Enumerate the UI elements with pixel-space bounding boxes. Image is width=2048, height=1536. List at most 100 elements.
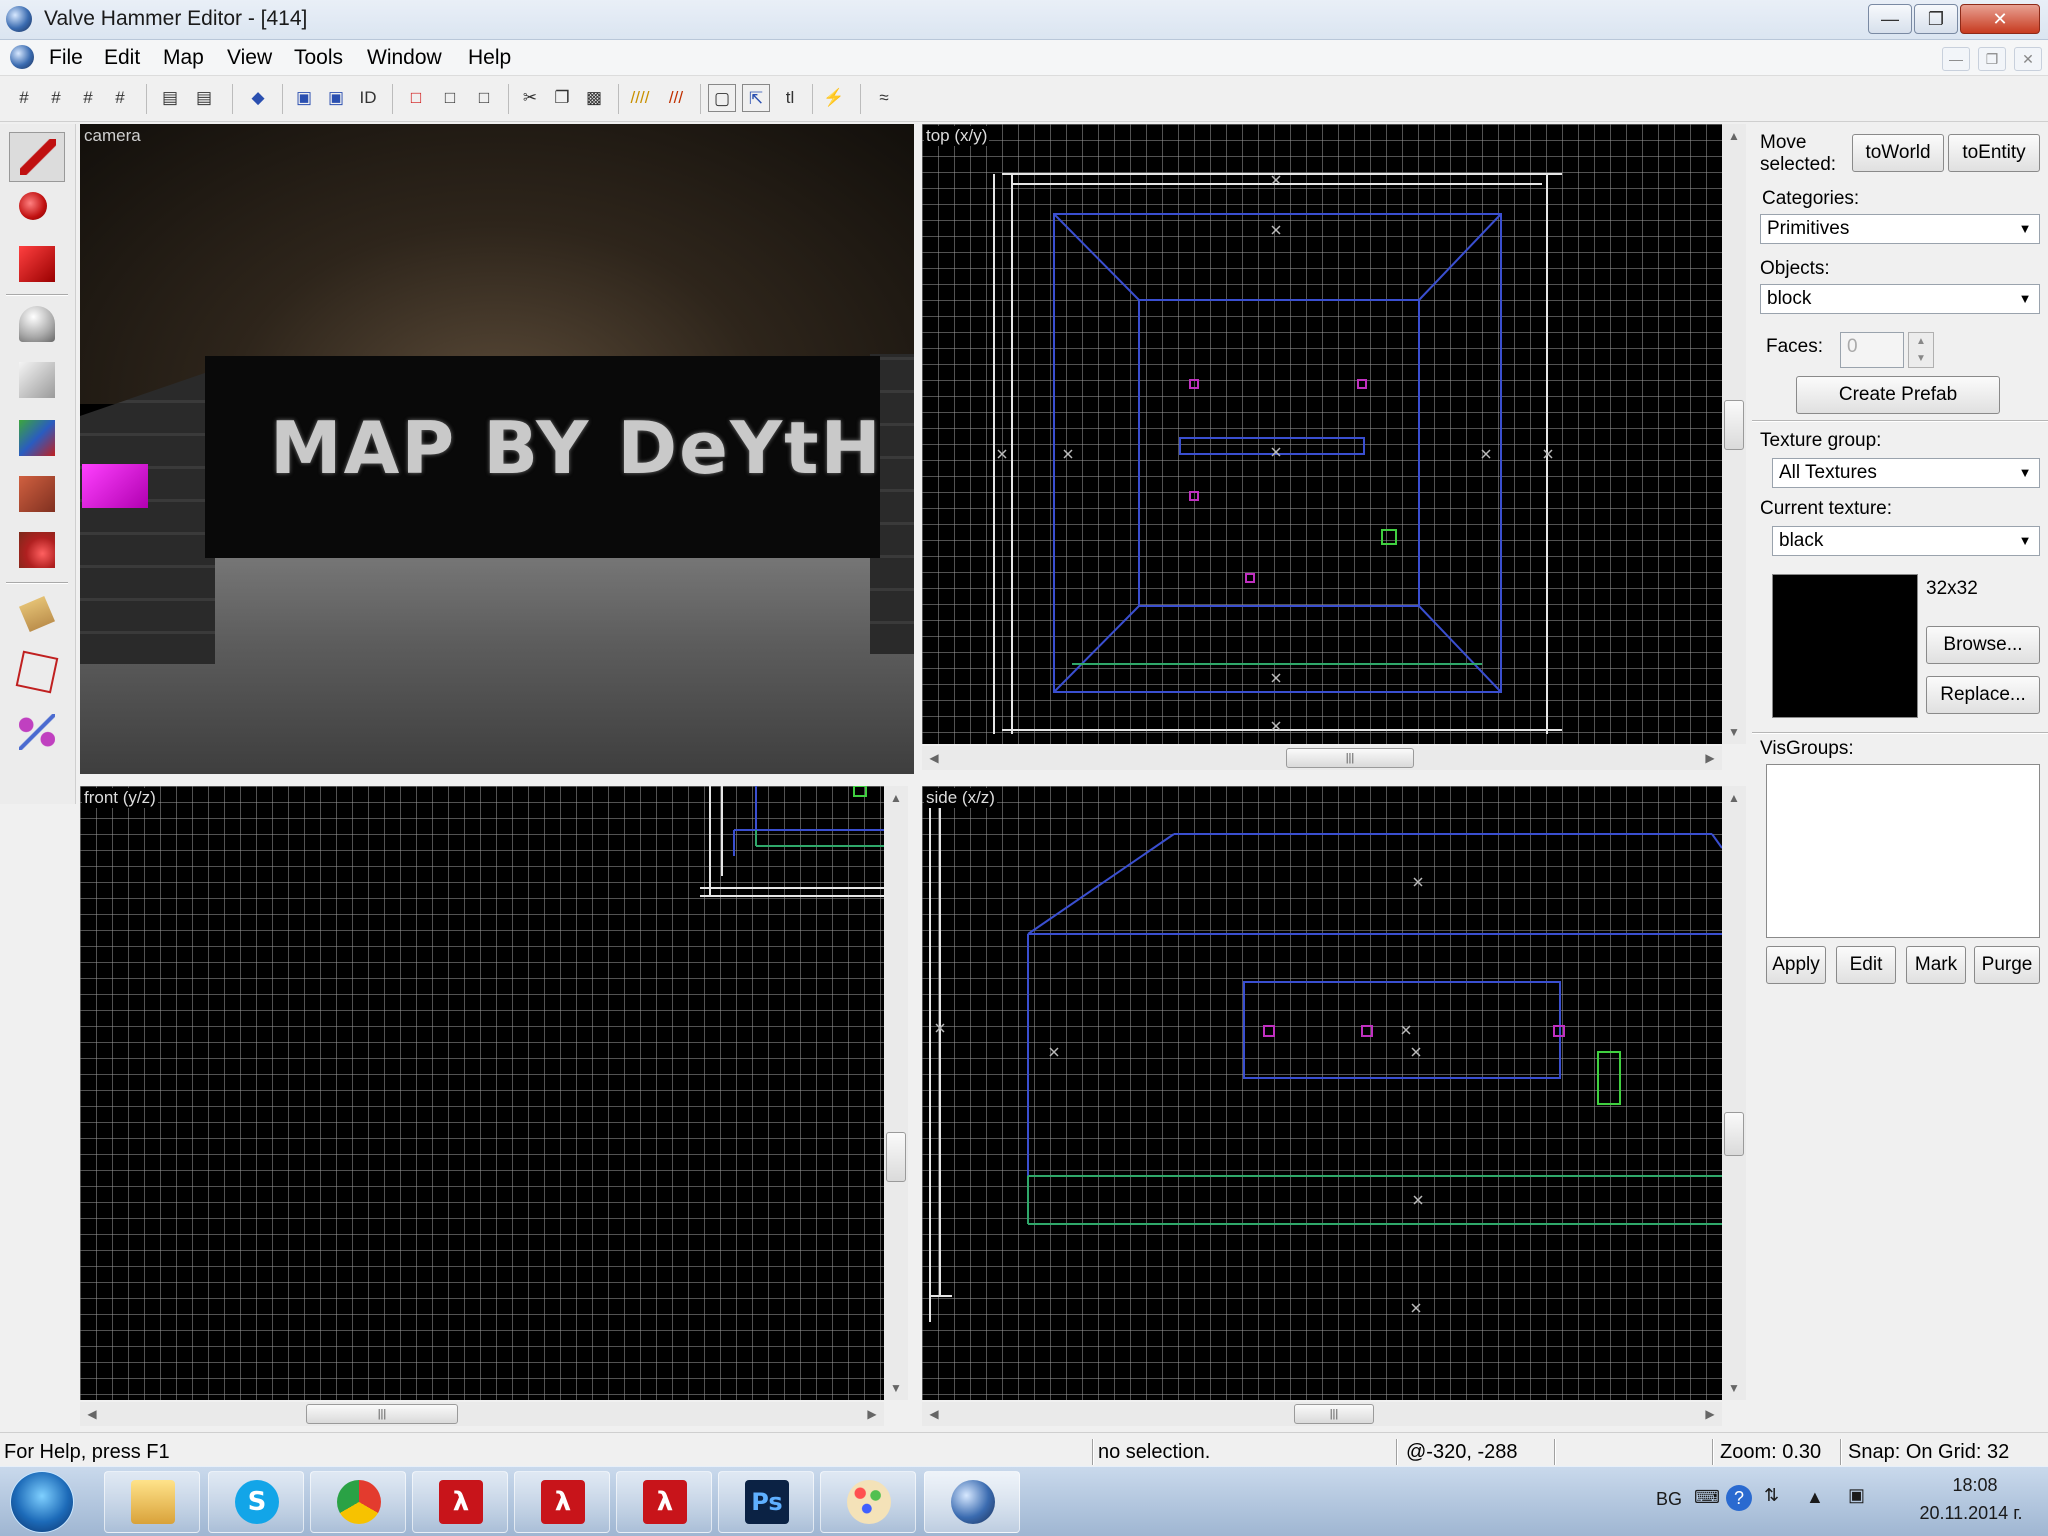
cut-icon[interactable]: ✂ (516, 84, 544, 112)
edit-button[interactable]: Edit (1836, 946, 1896, 984)
menu-file[interactable]: File (49, 46, 83, 70)
mdi-close-icon[interactable]: ✕ (2014, 47, 2042, 71)
texture-lock-icon[interactable]: ◆ (244, 84, 272, 112)
scroll-thumb[interactable] (1724, 400, 1744, 450)
document-icon[interactable] (10, 45, 34, 69)
top-horizontal-scrollbar[interactable]: ◀ ||| ▶ (922, 746, 1722, 770)
paste-icon[interactable]: ▩ (580, 84, 608, 112)
scroll-thumb[interactable] (1724, 1112, 1744, 1156)
side-vertical-scrollbar[interactable]: ▲ ▼ (1722, 786, 1746, 1400)
language-indicator[interactable]: BG (1656, 1489, 1682, 1510)
purge-button[interactable]: Purge (1974, 946, 2040, 984)
scroll-thumb[interactable]: ||| (1294, 1404, 1374, 1424)
camera-tool[interactable] (9, 240, 65, 290)
scroll-thumb[interactable]: ||| (306, 1404, 458, 1424)
mdi-minimize-icon[interactable]: — (1942, 47, 1970, 71)
to-entity-button[interactable]: toEntity (1948, 134, 2040, 172)
replace-button[interactable]: Replace... (1926, 676, 2040, 714)
scroll-left-icon[interactable]: ◀ (922, 1402, 946, 1426)
camera-viewport[interactable]: MAP BY DeYtH camera (80, 124, 914, 774)
clock-time[interactable]: 18:08 (1920, 1475, 2030, 1496)
group-icon[interactable]: ▤ (190, 84, 218, 112)
start-button[interactable] (10, 1471, 74, 1533)
task-half-life-1[interactable]: λ (412, 1471, 508, 1533)
hatch-yellow-icon[interactable]: //// (626, 84, 654, 112)
faces-spinner[interactable]: ▲ ▼ (1908, 332, 1934, 368)
task-photoshop[interactable]: Ps (718, 1471, 814, 1533)
close-icon[interactable]: ✕ (1960, 4, 2040, 34)
decal-tool[interactable] (9, 526, 65, 576)
options-icon[interactable]: ≈ (870, 84, 898, 112)
computer-icon[interactable]: ▣ (1848, 1485, 1865, 1506)
id-icon[interactable]: ID (354, 84, 382, 112)
scroll-up-icon[interactable]: ▲ (1722, 124, 1746, 148)
select-cursor-icon[interactable]: ⇱ (742, 84, 770, 112)
scroll-down-icon[interactable]: ▼ (1722, 1376, 1746, 1400)
front-vertical-scrollbar[interactable]: ▲ ▼ (884, 786, 908, 1400)
network-status-icon[interactable]: ⇅ (1764, 1485, 1779, 1506)
scroll-up-icon[interactable]: ▲ (884, 786, 908, 810)
top-viewport[interactable]: top (x/y) (922, 124, 1722, 744)
menu-tools[interactable]: Tools (294, 46, 343, 70)
scroll-down-icon[interactable]: ▼ (1722, 720, 1746, 744)
menu-edit[interactable]: Edit (104, 46, 140, 70)
path-tool[interactable] (9, 708, 65, 758)
block-tool[interactable] (9, 356, 65, 406)
side-viewport[interactable]: side (x/z) (922, 786, 1722, 1400)
flip-horizontal-icon[interactable]: □ (402, 84, 430, 112)
front-viewport[interactable]: front (y/z) (80, 786, 884, 1400)
apply-texture-tool[interactable] (9, 470, 65, 520)
scroll-left-icon[interactable]: ◀ (80, 1402, 104, 1426)
transform-icon[interactable]: □ (470, 84, 498, 112)
task-explorer[interactable] (104, 1471, 200, 1533)
top-vertical-scrollbar[interactable]: ▲ ▼ (1722, 124, 1746, 744)
visgroups-list[interactable] (1766, 764, 2040, 938)
flip-vertical-icon[interactable]: □ (436, 84, 464, 112)
minimize-icon[interactable]: — (1868, 4, 1912, 34)
run-map-icon[interactable]: ⚡ (820, 84, 848, 112)
carve-icon[interactable]: ▤ (156, 84, 184, 112)
grid-3d-icon[interactable]: # (42, 84, 70, 112)
scroll-right-icon[interactable]: ▶ (1698, 1402, 1722, 1426)
create-prefab-button[interactable]: Create Prefab (1796, 376, 2000, 414)
categories-select[interactable]: Primitives ▼ (1760, 214, 2040, 244)
selection-tool[interactable] (9, 132, 65, 182)
camera-entity-cube[interactable] (82, 464, 148, 508)
hatch-red-icon[interactable]: /// (662, 84, 690, 112)
menu-view[interactable]: View (227, 46, 272, 70)
scroll-thumb[interactable] (886, 1132, 906, 1182)
apply-button[interactable]: Apply (1766, 946, 1826, 984)
to-world-button[interactable]: toWorld (1852, 134, 1944, 172)
browse-button[interactable]: Browse... (1926, 626, 2040, 664)
side-horizontal-scrollbar[interactable]: ◀ ||| ▶ (922, 1402, 1722, 1426)
magnify-tool[interactable] (9, 186, 65, 236)
clock-date[interactable]: 20.11.2014 г. (1896, 1503, 2046, 1524)
help-icon[interactable]: ? (1726, 1485, 1752, 1511)
task-skype[interactable]: S (208, 1471, 304, 1533)
show-hidden-icons[interactable]: ▲ (1806, 1487, 1824, 1508)
hide-icon[interactable]: ▣ (290, 84, 318, 112)
task-half-life-2[interactable]: λ (514, 1471, 610, 1533)
objects-select[interactable]: block ▼ (1760, 284, 2040, 314)
current-texture-select[interactable]: black ▼ (1772, 526, 2040, 556)
scroll-left-icon[interactable]: ◀ (922, 746, 946, 770)
grid-larger-icon[interactable]: # (106, 84, 134, 112)
task-chrome[interactable] (310, 1471, 406, 1533)
grid-toggle-icon[interactable]: # (10, 84, 38, 112)
task-paint[interactable] (820, 1471, 916, 1533)
maximize-icon[interactable]: ❐ (1914, 4, 1958, 34)
mdi-restore-icon[interactable]: ❐ (1978, 47, 2006, 71)
menu-window[interactable]: Window (367, 46, 442, 70)
texture-group-select[interactable]: All Textures ▼ (1772, 458, 2040, 488)
text-tool-icon[interactable]: tl (776, 84, 804, 112)
scroll-down-icon[interactable]: ▼ (884, 1376, 908, 1400)
copy-icon[interactable]: ❐ (548, 84, 576, 112)
scroll-up-icon[interactable]: ▲ (1722, 786, 1746, 810)
scroll-right-icon[interactable]: ▶ (860, 1402, 884, 1426)
select-box-icon[interactable]: ▢ (708, 84, 736, 112)
keyboard-icon[interactable]: ⌨ (1694, 1487, 1720, 1508)
vertex-tool[interactable] (9, 648, 65, 698)
scroll-thumb[interactable]: ||| (1286, 748, 1414, 768)
scroll-right-icon[interactable]: ▶ (1698, 746, 1722, 770)
clipping-tool[interactable] (9, 590, 65, 640)
